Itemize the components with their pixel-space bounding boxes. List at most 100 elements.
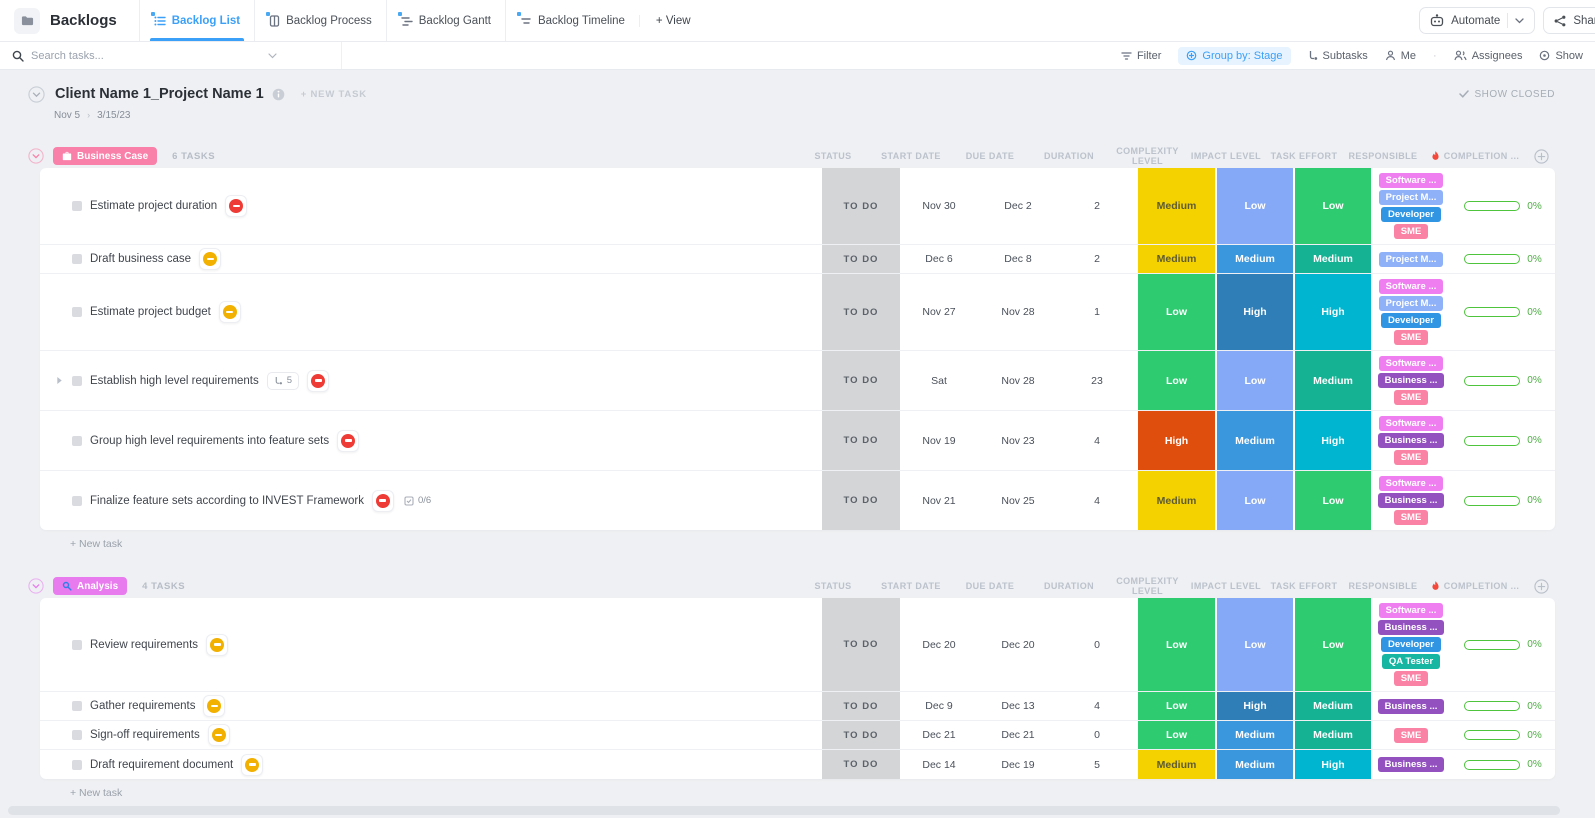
task-name[interactable]: Gather requirements [90,700,195,712]
start-cell[interactable]: Dec 21 [900,721,978,749]
duration-cell[interactable]: 4 [1058,411,1136,470]
me-button[interactable]: Me [1385,50,1416,62]
add-column-icon[interactable] [1527,578,1555,594]
complexity-level-cell[interactable]: Low [1136,721,1215,749]
column-header-completion-[interactable]: COMPLETION ... [1423,580,1527,592]
start-cell[interactable]: Nov 30 [900,168,978,244]
column-header-responsible[interactable]: RESPONSIBLE [1343,151,1423,161]
status-cell[interactable]: TO DO [822,351,900,410]
group-stage-pill[interactable]: Analysis [53,577,128,595]
responsible-tag[interactable]: Software ... [1378,416,1444,431]
responsible-tag[interactable]: Business ... [1377,373,1445,388]
column-header-complexity-level[interactable]: COMPLEXITY LEVEL [1108,576,1187,596]
expand-subtasks-icon[interactable] [54,376,64,385]
start-cell[interactable]: Dec 14 [900,750,978,779]
priority-flag-icon[interactable] [206,633,229,656]
column-header-start-date[interactable]: START DATE [872,151,950,161]
priority-flag-icon[interactable] [307,369,330,392]
search-input[interactable] [31,49,261,62]
task-name[interactable]: Draft business case [90,253,191,265]
folder-icon[interactable] [14,7,40,34]
task-checkbox[interactable] [72,639,82,650]
collapse-project-icon[interactable] [28,85,45,103]
task-effort-cell[interactable]: Medium [1293,245,1371,273]
filter-button[interactable]: Filter [1121,50,1161,62]
task-checkbox[interactable] [72,375,82,386]
progress-bar[interactable] [1464,759,1521,770]
complexity-level-cell[interactable]: Medium [1136,168,1215,244]
task-checkbox[interactable] [72,495,82,506]
task-effort-cell[interactable]: High [1293,274,1371,350]
priority-flag-icon[interactable] [207,724,230,746]
responsible-tag[interactable]: Developer [1381,207,1441,222]
group-stage-pill[interactable]: Business Case [53,147,158,165]
responsible-tag[interactable]: Developer [1381,637,1441,652]
column-header-due-date[interactable]: DUE DATE [950,151,1030,161]
task-name[interactable]: Estimate project duration [90,200,217,212]
task-name[interactable]: Review requirements [90,639,198,651]
complexity-level-cell[interactable]: Medium [1136,750,1215,779]
tab-backlog-gantt[interactable]: Backlog Gantt [385,0,505,41]
progress-bar[interactable] [1464,701,1521,711]
task-name[interactable]: Sign-off requirements [90,729,200,741]
project-title[interactable]: Client Name 1_Project Name 1 [55,86,264,102]
responsible-tag[interactable]: Software ... [1378,279,1444,294]
task-checkbox[interactable] [72,254,82,264]
responsible-tag[interactable]: SME [1393,671,1429,686]
subtasks-button[interactable]: Subtasks [1308,50,1368,62]
start-cell[interactable]: Dec 20 [900,598,978,691]
horizontal-scrollbar[interactable] [8,806,1560,815]
task-effort-cell[interactable]: Low [1293,168,1371,244]
impact-level-cell[interactable]: Medium [1215,750,1293,779]
start-cell[interactable]: Nov 21 [900,471,978,530]
responsible-tag[interactable]: SME [1393,450,1429,465]
responsible-tag[interactable]: Developer [1381,313,1441,328]
column-header-complexity-level[interactable]: COMPLEXITY LEVEL [1108,146,1187,166]
task-checkbox[interactable] [72,730,82,740]
column-header-start-date[interactable]: START DATE [872,581,950,591]
add-view-button[interactable]: + View [638,14,707,27]
duration-cell[interactable]: 2 [1058,245,1136,273]
column-header-responsible[interactable]: RESPONSIBLE [1343,581,1423,591]
priority-flag-icon[interactable] [225,195,248,217]
info-icon[interactable] [272,88,285,101]
add-column-icon[interactable] [1527,148,1555,164]
complexity-level-cell[interactable]: Low [1136,351,1215,410]
due-cell[interactable]: Nov 28 [978,274,1058,350]
duration-cell[interactable]: 0 [1058,598,1136,691]
status-cell[interactable]: TO DO [822,471,900,530]
status-cell[interactable]: TO DO [822,692,900,720]
collapse-group-icon[interactable] [28,148,44,164]
share-button[interactable]: Share [1543,7,1595,34]
column-header-duration[interactable]: DURATION [1030,151,1108,161]
group-by-button[interactable]: Group by: Stage [1178,46,1291,65]
status-cell[interactable]: TO DO [822,598,900,691]
task-checkbox[interactable] [72,435,82,446]
automate-button[interactable]: Automate [1419,7,1536,34]
impact-level-cell[interactable]: Low [1215,471,1293,530]
responsible-tag[interactable]: Business ... [1377,620,1445,635]
task-checkbox[interactable] [72,307,82,317]
responsible-tag[interactable]: Software ... [1378,476,1444,491]
duration-cell[interactable]: 23 [1058,351,1136,410]
due-cell[interactable]: Dec 20 [978,598,1058,691]
priority-flag-icon[interactable] [371,489,394,512]
status-cell[interactable]: TO DO [822,245,900,273]
collapse-group-icon[interactable] [28,578,44,594]
column-header-task-effort[interactable]: TASK EFFORT [1265,151,1343,161]
duration-cell[interactable]: 5 [1058,750,1136,779]
task-name[interactable]: Draft requirement document [90,759,233,771]
task-effort-cell[interactable]: High [1293,411,1371,470]
due-cell[interactable]: Dec 19 [978,750,1058,779]
responsible-tag[interactable]: SME [1393,390,1429,405]
checklist-badge[interactable]: 0/6 [402,492,433,510]
responsible-tag[interactable]: QA Tester [1381,654,1441,669]
status-cell[interactable]: TO DO [822,168,900,244]
responsible-tag[interactable]: Project M... [1378,190,1444,205]
impact-level-cell[interactable]: Low [1215,351,1293,410]
progress-bar[interactable] [1464,730,1521,740]
responsible-tag[interactable]: Project M... [1378,296,1444,311]
project-date-range[interactable]: Nov 5 › 3/15/23 [12,106,1555,124]
task-name[interactable]: Estimate project budget [90,306,211,318]
complexity-level-cell[interactable]: Medium [1136,471,1215,530]
